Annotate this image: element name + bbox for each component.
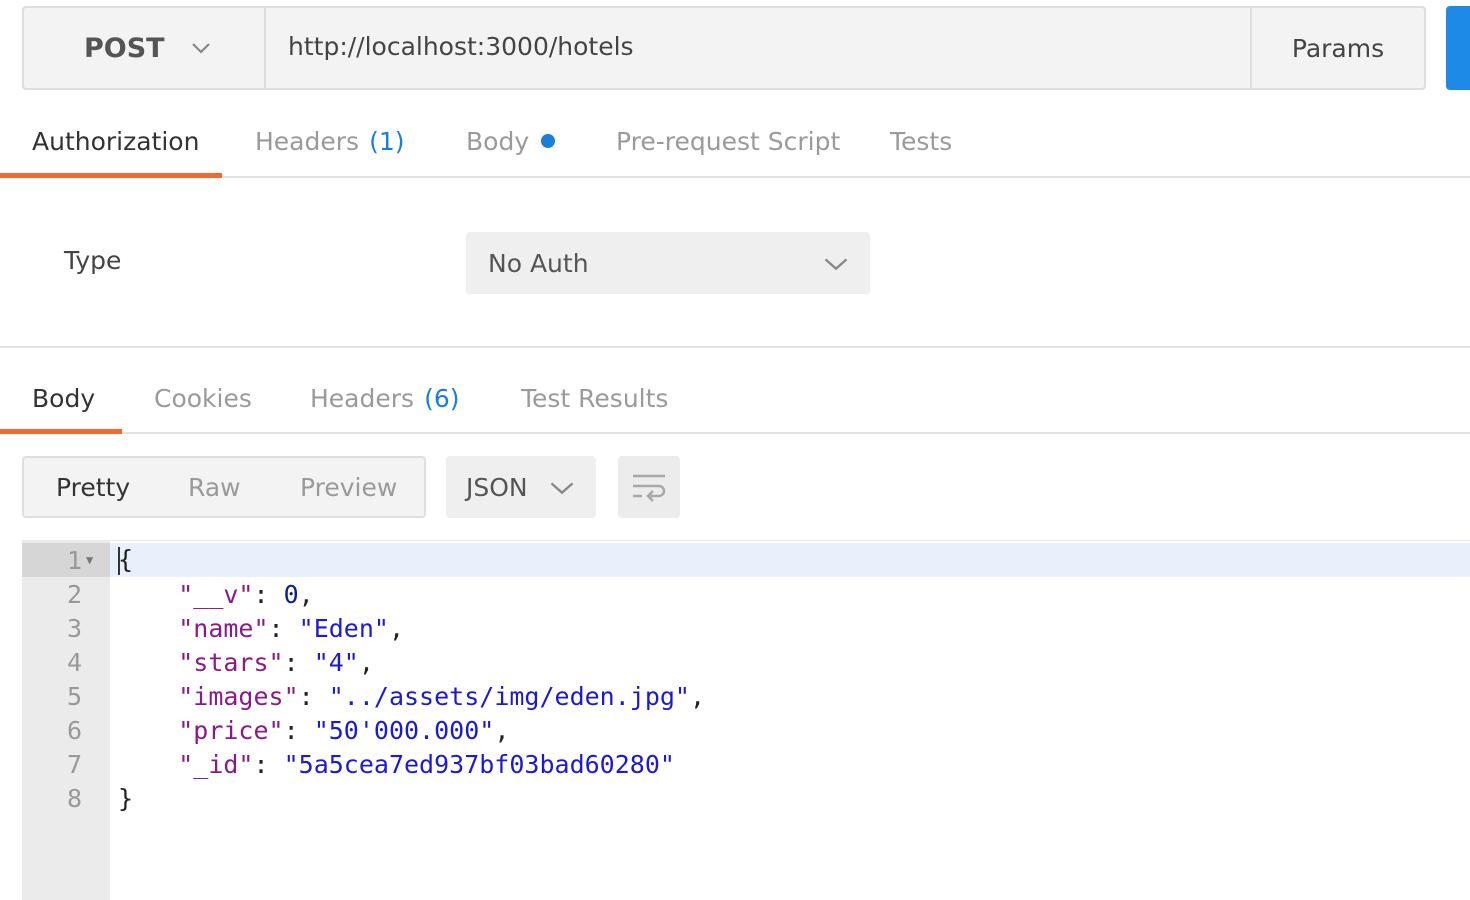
active-line-highlight (22, 543, 1470, 577)
line-number: 6 (66, 715, 82, 745)
format-select[interactable]: JSON (446, 456, 596, 518)
line-number: 8 (66, 783, 82, 813)
tab-tests[interactable]: Tests (890, 106, 952, 176)
tab-label: Authorization (32, 126, 200, 156)
code-line: 7 "_id": "5a5cea7ed937bf03bad60280" (22, 747, 675, 781)
modified-dot-icon (541, 134, 556, 148)
json-comma: , (689, 681, 706, 711)
raw-button[interactable]: Raw (188, 458, 241, 516)
view-mode-label: Raw (188, 472, 241, 502)
json-key: "images" (178, 681, 299, 711)
view-mode-label: Preview (300, 472, 398, 502)
code-line: 3 "name": "Eden", (22, 611, 404, 645)
code-line: 2 "__v": 0, (22, 577, 314, 611)
request-bar: POST http://localhost:3000/hotels Params (22, 6, 1426, 90)
section-divider (0, 346, 1470, 348)
tab-label: Body (32, 383, 96, 413)
json-value: "Eden" (298, 613, 389, 643)
json-comma: , (388, 613, 405, 643)
tab-label: Tests (890, 126, 953, 156)
json-key: "stars" (178, 647, 284, 677)
json-key: "price" (178, 715, 284, 745)
code-line: 8} (22, 781, 133, 815)
code-line: 6 "price": "50'000.000", (22, 713, 509, 747)
params-label: Params (1291, 33, 1385, 63)
code-line: 5 "images": "../assets/img/eden.jpg", (22, 679, 705, 713)
tab-body[interactable]: Body (466, 106, 556, 176)
auth-type-select[interactable]: No Auth (466, 232, 870, 294)
tab-headers[interactable]: Headers (1) (255, 106, 404, 176)
tab-pre-request-script[interactable]: Pre-request Script (616, 106, 840, 176)
params-button[interactable]: Params (1252, 8, 1424, 88)
response-tabs: Body Cookies Headers (6) Test Results (0, 364, 1470, 434)
chevron-down-icon (550, 482, 574, 495)
tab-response-headers[interactable]: Headers (6) (310, 364, 459, 432)
json-value: "4" (313, 647, 359, 677)
tab-test-results[interactable]: Test Results (521, 364, 668, 432)
line-number: 5 (66, 681, 82, 711)
json-value: 0 (283, 579, 299, 609)
code-line: 4 "stars": "4", (22, 645, 374, 679)
tab-response-body[interactable]: Body (32, 364, 95, 432)
active-tab-indicator (0, 429, 122, 434)
wrap-lines-icon (633, 474, 666, 502)
json-value: "../assets/img/eden.jpg" (328, 681, 690, 711)
fold-arrow-icon[interactable]: ▼ (82, 553, 110, 567)
send-button[interactable] (1446, 6, 1470, 90)
json-comma: , (298, 579, 314, 609)
tab-label: Test Results (521, 383, 669, 413)
line-number: 3 (66, 613, 82, 643)
tab-label: Cookies (154, 383, 252, 413)
json-brace: } (118, 783, 134, 813)
tab-count: (6) (424, 383, 460, 413)
line-number: 7 (66, 749, 82, 779)
tab-label: Headers (310, 383, 415, 413)
format-value: JSON (466, 472, 528, 502)
json-comma: , (494, 715, 510, 745)
code-line: 1 ▼ { (22, 543, 133, 577)
request-tabs: Authorization Headers (1) Body Pre-reque… (0, 106, 1470, 178)
json-key: "__v" (178, 579, 254, 609)
tab-label: Headers (255, 126, 360, 156)
tab-count: (1) (369, 126, 405, 156)
json-value: "5a5cea7ed937bf03bad60280" (283, 749, 675, 779)
tab-label: Pre-request Script (616, 126, 841, 156)
view-mode-group: Pretty Raw Preview (22, 456, 426, 518)
json-value: "50'000.000" (313, 715, 495, 745)
method-select[interactable]: POST (24, 8, 266, 88)
json-brace: { (118, 545, 134, 574)
url-input[interactable]: http://localhost:3000/hotels (266, 8, 1252, 88)
wrap-lines-button[interactable] (618, 456, 680, 518)
response-body-editor[interactable]: 1 ▼ { 2 "__v": 0, 3 "name": "Eden", 4 "sta… (22, 540, 1470, 900)
pretty-button[interactable]: Pretty (56, 458, 130, 516)
json-key: "name" (178, 613, 269, 643)
json-comma: , (358, 647, 374, 677)
auth-type-value: No Auth (488, 248, 589, 278)
active-tab-indicator (0, 173, 222, 178)
line-number: 1 (66, 545, 82, 575)
auth-type-label: Type (64, 246, 122, 275)
tab-authorization[interactable]: Authorization (32, 106, 199, 176)
chevron-down-icon (824, 258, 848, 271)
url-text: http://localhost:3000/hotels (288, 31, 634, 61)
method-label: POST (84, 32, 165, 64)
preview-button[interactable]: Preview (300, 458, 397, 516)
tab-cookies[interactable]: Cookies (154, 364, 252, 432)
line-number: 4 (66, 647, 82, 677)
json-key: "_id" (178, 749, 254, 779)
line-number: 2 (66, 579, 82, 609)
chevron-down-icon (191, 43, 210, 54)
tab-label: Body (466, 126, 530, 156)
view-mode-label: Pretty (56, 472, 131, 502)
